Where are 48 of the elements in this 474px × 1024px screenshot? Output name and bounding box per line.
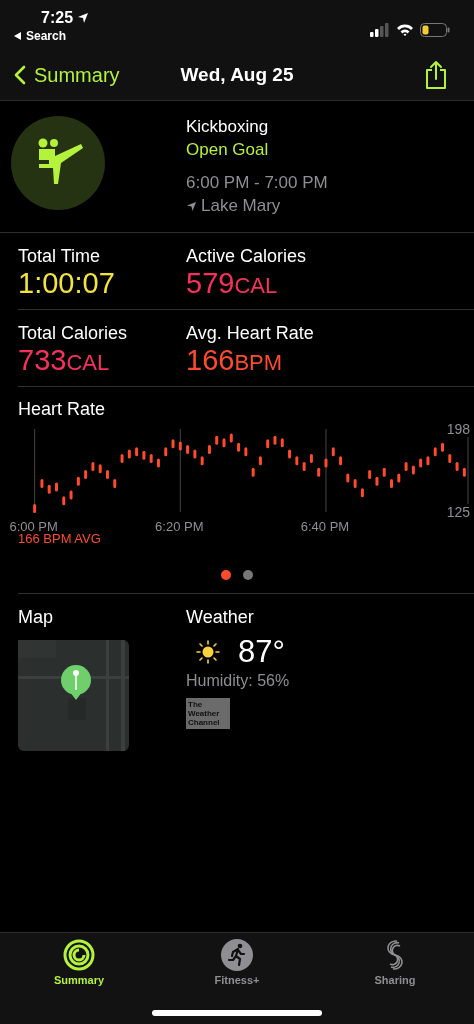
section-title: Weather — [186, 607, 254, 628]
page-dot[interactable] — [243, 570, 253, 580]
clock-time: 7:25 — [41, 9, 74, 27]
weather-provider-logo: The Weather Channel — [186, 698, 230, 729]
location-arrow-icon — [77, 12, 90, 24]
tab[interactable]: Sharing — [345, 939, 445, 986]
back-triangle-icon — [14, 32, 22, 40]
workout-goal: Open Goal — [186, 139, 269, 161]
nav-title: Wed, Aug 25 — [180, 64, 294, 86]
battery-icon — [420, 23, 450, 37]
workout-location: Lake Mary — [201, 195, 281, 217]
chevron-left-icon — [14, 65, 26, 85]
x-axis-label: 6:00 PM — [9, 519, 58, 534]
stat-value: 579 — [186, 267, 235, 300]
stat-unit: BPM — [234, 350, 283, 376]
x-axis-label: 6:40 PM — [300, 519, 350, 534]
rings-icon — [63, 939, 95, 971]
workout-time-range: 6:00 PM - 7:00 PM — [186, 172, 328, 194]
section-title: Map — [18, 607, 53, 628]
page-dot[interactable] — [221, 570, 231, 580]
workout-name: Kickboxing — [186, 116, 269, 138]
stat-unit: CAL — [234, 273, 278, 299]
stat-value: 1:00:07 — [18, 267, 115, 300]
temperature: 87° — [238, 634, 285, 670]
kickboxing-icon — [11, 116, 105, 210]
wifi-icon — [396, 23, 414, 37]
location-arrow-icon — [186, 200, 197, 212]
back-to-search-link[interactable]: Search — [26, 29, 67, 43]
humidity: Humidity: 56% — [186, 672, 290, 690]
stat-label: Total Time — [18, 246, 101, 267]
tab[interactable]: Fitness+ — [187, 939, 287, 986]
x-axis-label: 6:20 PM — [155, 519, 204, 534]
average-heart-rate: 166 BPM AVG — [18, 531, 101, 546]
stat-label: Avg. Heart Rate — [186, 323, 314, 344]
signal-icon — [370, 23, 390, 37]
stat-label: Active Calories — [186, 246, 307, 267]
stat-value: 733 — [18, 344, 67, 377]
y-axis-label: 198 — [444, 421, 470, 437]
runner-icon — [221, 939, 253, 971]
share-icon[interactable] — [424, 60, 448, 90]
y-axis-label: 125 — [444, 504, 470, 520]
stat-label: Total Calories — [18, 323, 128, 344]
sun-icon — [196, 640, 220, 664]
stat-unit: CAL — [66, 350, 110, 376]
tab[interactable]: Summary — [29, 939, 129, 986]
section-title: Heart Rate — [18, 399, 106, 420]
stat-value: 166 — [186, 344, 235, 377]
back-button[interactable]: Summary — [14, 63, 120, 87]
